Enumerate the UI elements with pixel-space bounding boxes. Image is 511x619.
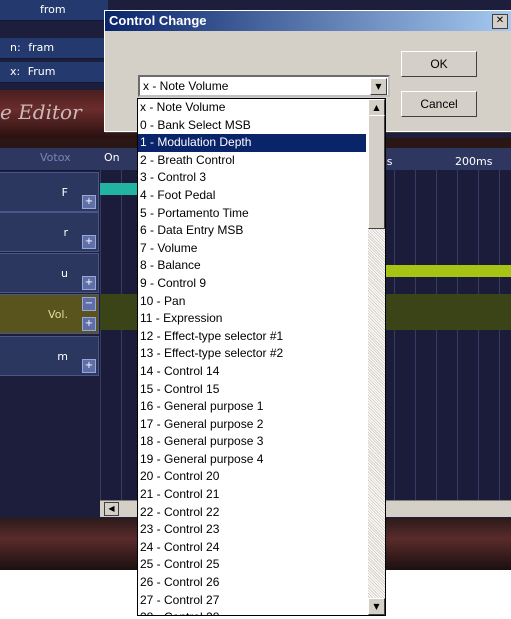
dropdown-option[interactable]: 5 - Portamento Time	[138, 205, 366, 223]
dropdown-option[interactable]: 12 - Effect-type selector #1	[138, 328, 366, 346]
dropdown-option[interactable]: 14 - Control 14	[138, 363, 366, 381]
ok-button[interactable]: OK	[401, 51, 477, 77]
row-prefix	[0, 3, 10, 16]
row-prefix: n:	[10, 41, 21, 54]
row-label: Frum	[27, 65, 56, 78]
dropdown-option[interactable]: 7 - Volume	[138, 240, 366, 258]
ruler-label: 200ms	[455, 155, 493, 168]
add-lane-button[interactable]: +	[82, 195, 96, 209]
dropdown-option[interactable]: 4 - Foot Pedal	[138, 187, 366, 205]
instrument-row[interactable]: n: fram	[0, 38, 108, 59]
lane-header[interactable]: F +	[0, 172, 99, 212]
dropdown-option[interactable]: 3 - Control 3	[138, 169, 366, 187]
close-icon[interactable]: ✕	[492, 14, 508, 29]
lane-header[interactable]: r +	[0, 212, 99, 252]
controller-select[interactable]: x - Note Volume ▼	[138, 75, 390, 97]
row-label: from	[40, 3, 66, 16]
dropdown-option[interactable]: 11 - Expression	[138, 310, 366, 328]
scroll-up-icon[interactable]: ▲	[368, 99, 385, 116]
lane-label: m	[57, 350, 68, 363]
lane-header[interactable]: u +	[0, 253, 99, 293]
dropdown-option[interactable]: 13 - Effect-type selector #2	[138, 345, 366, 363]
editor-brand: e Editor	[0, 100, 82, 124]
controller-dropdown-list[interactable]: x - Note Volume 0 - Bank Select MSB 1 - Mo…	[137, 98, 386, 616]
dialog-title: Control Change	[109, 13, 207, 28]
dropdown-option[interactable]: 21 - Control 21	[138, 486, 366, 504]
dropdown-option[interactable]: 26 - Control 26	[138, 574, 366, 592]
instrument-row[interactable]: x: Frum	[0, 62, 108, 83]
controller-bar[interactable]	[378, 265, 511, 277]
dropdown-option[interactable]: 23 - Control 23	[138, 521, 366, 539]
instrument-row[interactable]: from	[0, 0, 108, 21]
add-lane-button[interactable]: +	[82, 235, 96, 249]
lane-header-volume[interactable]: Vol. − +	[0, 294, 99, 334]
dropdown-option[interactable]: x - Note Volume	[138, 99, 366, 117]
dropdown-option[interactable]: 27 - Control 27	[138, 592, 366, 610]
vertical-scrollbar[interactable]: ▲ ▼	[368, 99, 385, 615]
dropdown-option[interactable]: 22 - Control 22	[138, 504, 366, 522]
dropdown-option[interactable]: 9 - Control 9	[138, 275, 366, 293]
lane-header[interactable]: m +	[0, 336, 99, 376]
dropdown-option[interactable]: 19 - General purpose 4	[138, 451, 366, 469]
dropdown-option[interactable]: 2 - Breath Control	[138, 152, 366, 170]
lane-label: r	[63, 226, 68, 239]
dropdown-option[interactable]: 8 - Balance	[138, 257, 366, 275]
column-head[interactable]: On	[104, 151, 120, 164]
dropdown-option[interactable]: 10 - Pan	[138, 293, 366, 311]
chevron-down-icon[interactable]: ▼	[370, 78, 387, 95]
scrollbar-thumb[interactable]	[368, 115, 385, 229]
dropdown-option[interactable]: 16 - General purpose 1	[138, 398, 366, 416]
scroll-down-icon[interactable]: ▼	[368, 598, 385, 615]
scroll-left-icon[interactable]: ◀	[104, 502, 119, 516]
dropdown-option[interactable]: 0 - Bank Select MSB	[138, 117, 366, 135]
lane-label: Vol.	[48, 308, 68, 321]
dropdown-option[interactable]: 15 - Control 15	[138, 381, 366, 399]
add-lane-button[interactable]: +	[82, 359, 96, 373]
dropdown-option[interactable]: 24 - Control 24	[138, 539, 366, 557]
dropdown-option[interactable]: 25 - Control 25	[138, 556, 366, 574]
lane-label: F	[61, 186, 68, 199]
add-lane-button[interactable]: +	[82, 276, 96, 290]
row-label: fram	[28, 41, 55, 54]
dropdown-option[interactable]: 6 - Data Entry MSB	[138, 222, 366, 240]
add-lane-button[interactable]: +	[82, 317, 96, 331]
column-head[interactable]: Votox	[40, 151, 71, 164]
dropdown-option[interactable]: 18 - General purpose 3	[138, 433, 366, 451]
dialog-titlebar[interactable]: Control Change ✕	[105, 11, 511, 31]
option-list: x - Note Volume 0 - Bank Select MSB 1 - Mo…	[138, 99, 366, 615]
row-prefix: x:	[10, 65, 21, 78]
dropdown-option[interactable]: 20 - Control 20	[138, 468, 366, 486]
note-block[interactable]	[100, 183, 138, 195]
controller-select-value: x - Note Volume	[143, 79, 229, 93]
dropdown-option[interactable]: 17 - General purpose 2	[138, 416, 366, 434]
cancel-button[interactable]: Cancel	[401, 91, 477, 117]
remove-lane-button[interactable]: −	[82, 297, 96, 311]
dropdown-option[interactable]: 28 - Control 28	[138, 609, 366, 615]
lane-label: u	[61, 267, 68, 280]
dropdown-option[interactable]: 1 - Modulation Depth	[138, 134, 366, 152]
